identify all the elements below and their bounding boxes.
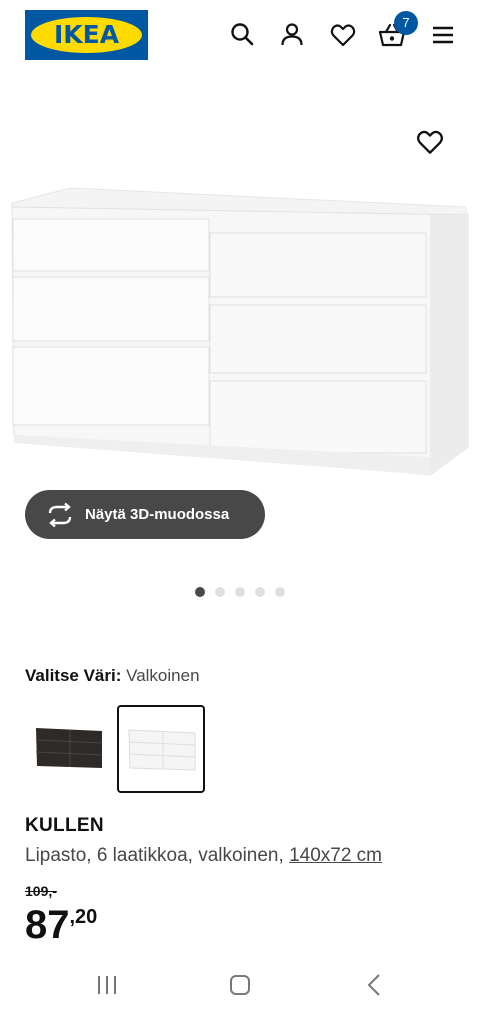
- previous-price: 109,-: [25, 883, 57, 899]
- menu-icon[interactable]: [428, 20, 458, 50]
- pagination-dot[interactable]: [215, 587, 225, 597]
- product-size-link[interactable]: 140x72 cm: [289, 845, 382, 866]
- product-name: KULLEN: [25, 815, 104, 836]
- price-decimal: ,20: [69, 906, 98, 928]
- pagination-dot[interactable]: [195, 587, 205, 597]
- cart-count-badge: 7: [394, 11, 418, 35]
- home-icon[interactable]: [225, 970, 255, 1000]
- dresser-thumbnail-white: [128, 729, 196, 771]
- color-option-white[interactable]: [117, 705, 205, 793]
- pagination-dot[interactable]: [275, 587, 285, 597]
- product-image-dresser[interactable]: [10, 185, 472, 480]
- gallery-pagination: [195, 587, 287, 597]
- pagination-dot[interactable]: [235, 587, 245, 597]
- favourites-icon[interactable]: [328, 20, 358, 50]
- selected-color: Valkoinen: [126, 666, 200, 685]
- add-to-favourites-icon[interactable]: [414, 126, 446, 158]
- color-label: Valitse Väri:: [25, 666, 122, 685]
- back-icon[interactable]: [360, 970, 390, 1000]
- view-3d-label: Näytä 3D-muodossa: [85, 506, 230, 523]
- color-selector-label: Valitse Väri: Valkoinen: [25, 665, 200, 687]
- view-3d-button[interactable]: Näytä 3D-muodossa: [25, 490, 265, 539]
- price-integer: 87: [25, 903, 70, 947]
- product-description-text: Lipasto, 6 laatikkoa, valkoinen,: [25, 845, 284, 866]
- search-icon[interactable]: [228, 20, 258, 50]
- ikea-logo[interactable]: IKEA: [25, 10, 148, 60]
- rotate-3d-icon: [48, 502, 72, 528]
- account-icon[interactable]: [277, 20, 307, 50]
- product-description: Lipasto, 6 laatikkoa, valkoinen, 140x72 …: [25, 845, 382, 867]
- color-option-black-brown[interactable]: [25, 705, 109, 789]
- logo-text: IKEA: [53, 20, 120, 49]
- pagination-dot[interactable]: [255, 587, 265, 597]
- current-price: 87,20: [25, 900, 97, 950]
- recent-apps-icon[interactable]: [92, 970, 122, 1000]
- dresser-thumbnail-black-brown: [35, 728, 103, 768]
